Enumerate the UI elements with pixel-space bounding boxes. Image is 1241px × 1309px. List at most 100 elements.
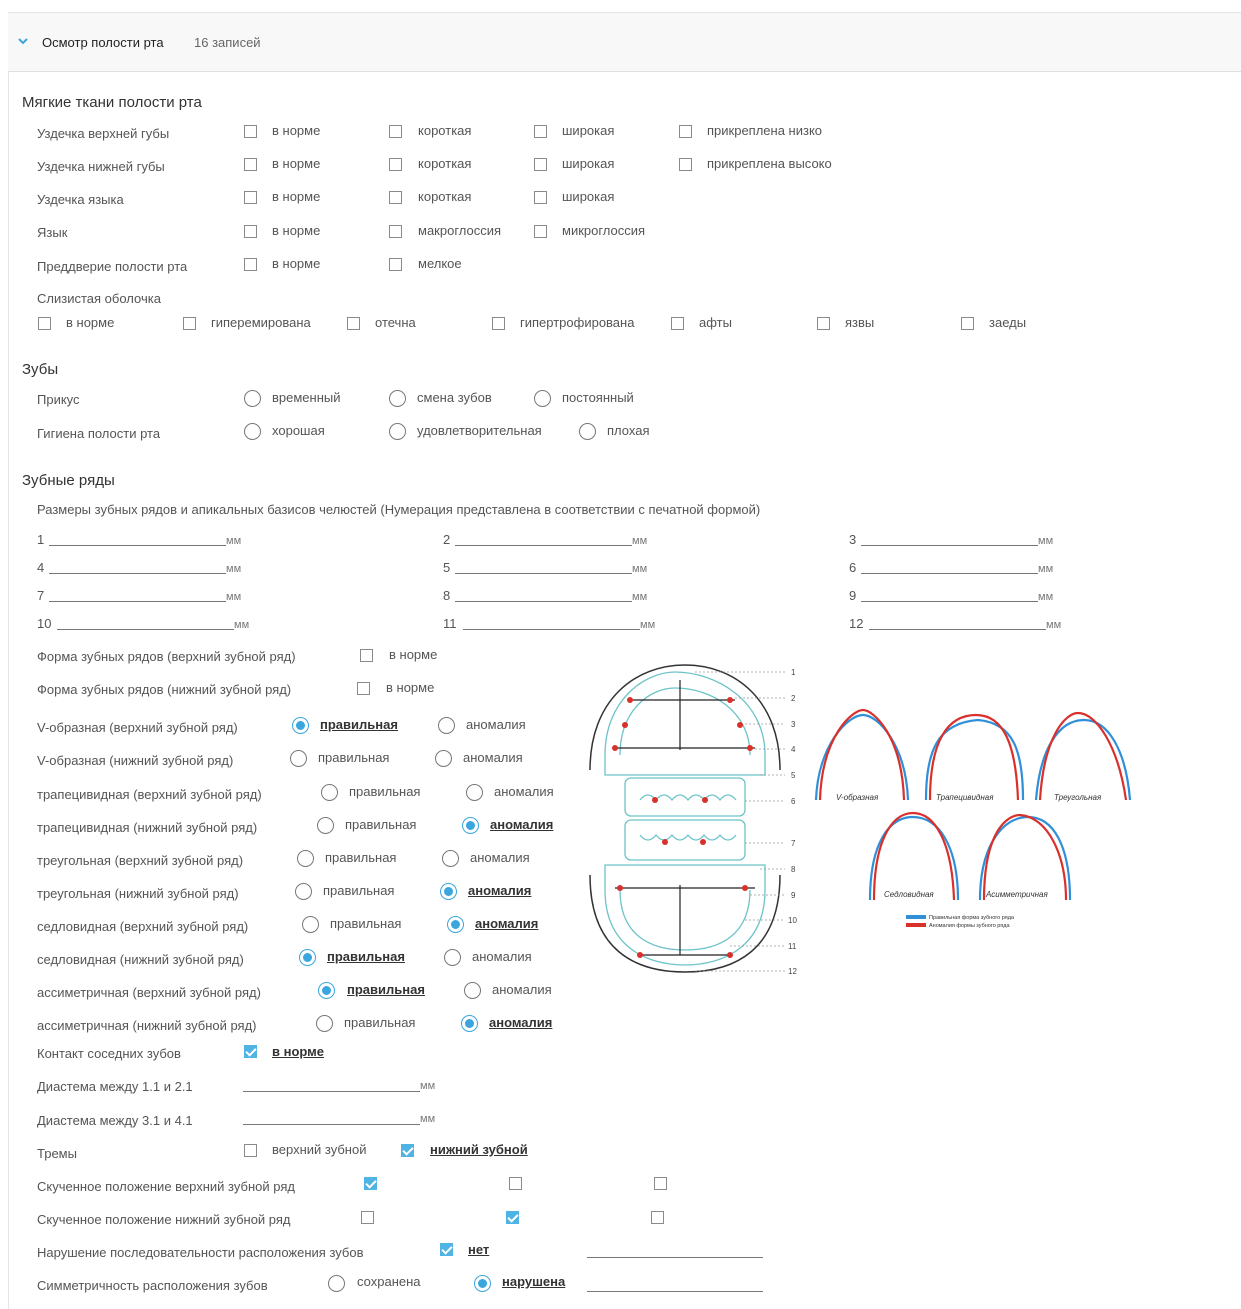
symmetry-label: Симметричность расположения зубов — [37, 1278, 268, 1293]
size-4-input[interactable] — [49, 573, 226, 574]
chevron-down-icon[interactable] — [18, 36, 28, 46]
upper-lip-wide-checkbox[interactable] — [534, 125, 547, 138]
shape-anomaly-radio[interactable] — [440, 883, 457, 900]
size-number: 11 — [443, 616, 457, 631]
shape-correct-radio[interactable] — [318, 982, 335, 999]
hygiene-good-radio[interactable] — [244, 423, 261, 440]
symmetry-preserved-radio[interactable] — [328, 1275, 345, 1292]
option-label: в норме — [272, 156, 321, 171]
section-header[interactable] — [8, 13, 1241, 72]
upper-lip-low-checkbox[interactable] — [679, 125, 692, 138]
bite-temporary-radio[interactable] — [244, 390, 261, 407]
option-label: смена зубов — [417, 390, 492, 405]
crowd-upper-checkbox-3[interactable] — [654, 1177, 667, 1190]
option-label: в норме — [272, 223, 321, 238]
svg-text:2: 2 — [791, 694, 796, 703]
shape-correct-radio[interactable] — [292, 717, 309, 734]
shape-correct-radio[interactable] — [302, 916, 319, 933]
diastema-upper-input[interactable] — [243, 1091, 420, 1092]
size-2-input[interactable] — [455, 545, 632, 546]
tongue-micro-checkbox[interactable] — [534, 225, 547, 238]
tremy-lower-checkbox[interactable] — [401, 1144, 414, 1157]
shape-anomaly-radio[interactable] — [461, 1015, 478, 1032]
size-10-input[interactable] — [57, 629, 234, 630]
size-7-input[interactable] — [49, 601, 226, 602]
shape-correct-radio[interactable] — [290, 750, 307, 767]
shape-anomaly-radio[interactable] — [435, 750, 452, 767]
symmetry-input[interactable] — [587, 1291, 763, 1292]
mucosa-norm-checkbox[interactable] — [38, 317, 51, 330]
shape-correct-radio[interactable] — [295, 883, 312, 900]
crowd-lower-label: Скученное положение нижний зубной ряд — [37, 1212, 291, 1227]
svg-text:4: 4 — [791, 745, 796, 754]
shape-anomaly-radio[interactable] — [438, 717, 455, 734]
form-lower-norm-checkbox[interactable] — [357, 682, 370, 695]
size-8-input[interactable] — [455, 601, 632, 602]
vestibule-shallow-checkbox[interactable] — [389, 258, 402, 271]
bite-mixed-radio[interactable] — [389, 390, 406, 407]
mucosa-hypertrophic-checkbox[interactable] — [492, 317, 505, 330]
bite-label: Прикус — [37, 392, 80, 407]
diastema-lower-input[interactable] — [243, 1124, 420, 1125]
shape-correct-radio[interactable] — [317, 817, 334, 834]
shape-anomaly-radio[interactable] — [447, 916, 464, 933]
tremy-upper-checkbox[interactable] — [244, 1144, 257, 1157]
shape-correct-radio[interactable] — [321, 784, 338, 801]
hygiene-poor-radio[interactable] — [579, 423, 596, 440]
upper-lip-short-checkbox[interactable] — [389, 125, 402, 138]
size-6-input[interactable] — [861, 573, 1038, 574]
size-number: 5 — [443, 560, 451, 575]
crowd-upper-checkbox-1[interactable] — [364, 1177, 377, 1190]
shape-anomaly-radio[interactable] — [462, 817, 479, 834]
tongue-frenum-norm-checkbox[interactable] — [244, 191, 257, 204]
shape-anomaly-radio[interactable] — [442, 850, 459, 867]
crowd-lower-checkbox-2[interactable] — [506, 1211, 519, 1224]
option-label: плохая — [607, 423, 650, 438]
size-5-input[interactable] — [455, 573, 632, 574]
svg-text:3: 3 — [791, 720, 796, 729]
contact-norm-checkbox[interactable] — [244, 1045, 257, 1058]
lower-lip-norm-checkbox[interactable] — [244, 158, 257, 171]
shape-anomaly-radio[interactable] — [466, 784, 483, 801]
lower-lip-wide-checkbox[interactable] — [534, 158, 547, 171]
mucosa-hyperemic-checkbox[interactable] — [183, 317, 196, 330]
size-1-input[interactable] — [49, 545, 226, 546]
crowd-upper-checkbox-2[interactable] — [509, 1177, 522, 1190]
jaw-measurement-diagram: 1 2 3 4 5 6 7 8 9 10 11 12 — [589, 664, 797, 976]
lower-lip-short-checkbox[interactable] — [389, 158, 402, 171]
mucosa-ulcers-checkbox[interactable] — [817, 317, 830, 330]
size-3-input[interactable] — [861, 545, 1038, 546]
size-11-input[interactable] — [463, 629, 640, 630]
tongue-norm-checkbox[interactable] — [244, 225, 257, 238]
shape-anomaly-radio[interactable] — [444, 949, 461, 966]
crowd-lower-checkbox-1[interactable] — [361, 1211, 374, 1224]
lower-lip-high-checkbox[interactable] — [679, 158, 692, 171]
tongue-frenum-wide-checkbox[interactable] — [534, 191, 547, 204]
sequence-checkbox[interactable] — [440, 1243, 453, 1256]
option-label: широкая — [562, 156, 615, 171]
bite-permanent-radio[interactable] — [534, 390, 551, 407]
crowd-lower-checkbox-3[interactable] — [651, 1211, 664, 1224]
option-label: правильная — [323, 883, 395, 898]
mucosa-cheilitis-checkbox[interactable] — [961, 317, 974, 330]
sequence-input[interactable] — [587, 1257, 763, 1258]
symmetry-broken-radio[interactable] — [474, 1275, 491, 1292]
size-12-input[interactable] — [869, 629, 1046, 630]
mucosa-edematous-checkbox[interactable] — [347, 317, 360, 330]
shape-anomaly-radio[interactable] — [464, 982, 481, 999]
vestibule-norm-checkbox[interactable] — [244, 258, 257, 271]
tongue-macro-checkbox[interactable] — [389, 225, 402, 238]
size-9-input[interactable] — [861, 601, 1038, 602]
hygiene-satisfactory-radio[interactable] — [389, 423, 406, 440]
form-upper-norm-checkbox[interactable] — [360, 649, 373, 662]
shape-correct-radio[interactable] — [297, 850, 314, 867]
option-label: аномалия — [466, 717, 526, 732]
shape-correct-radio[interactable] — [299, 949, 316, 966]
tongue-frenum-short-checkbox[interactable] — [389, 191, 402, 204]
upper-lip-norm-checkbox[interactable] — [244, 125, 257, 138]
option-label: правильная — [344, 1015, 416, 1030]
mucosa-aphthae-checkbox[interactable] — [671, 317, 684, 330]
option-label: в норме — [389, 647, 438, 662]
option-label: короткая — [418, 189, 472, 204]
shape-correct-radio[interactable] — [316, 1015, 333, 1032]
